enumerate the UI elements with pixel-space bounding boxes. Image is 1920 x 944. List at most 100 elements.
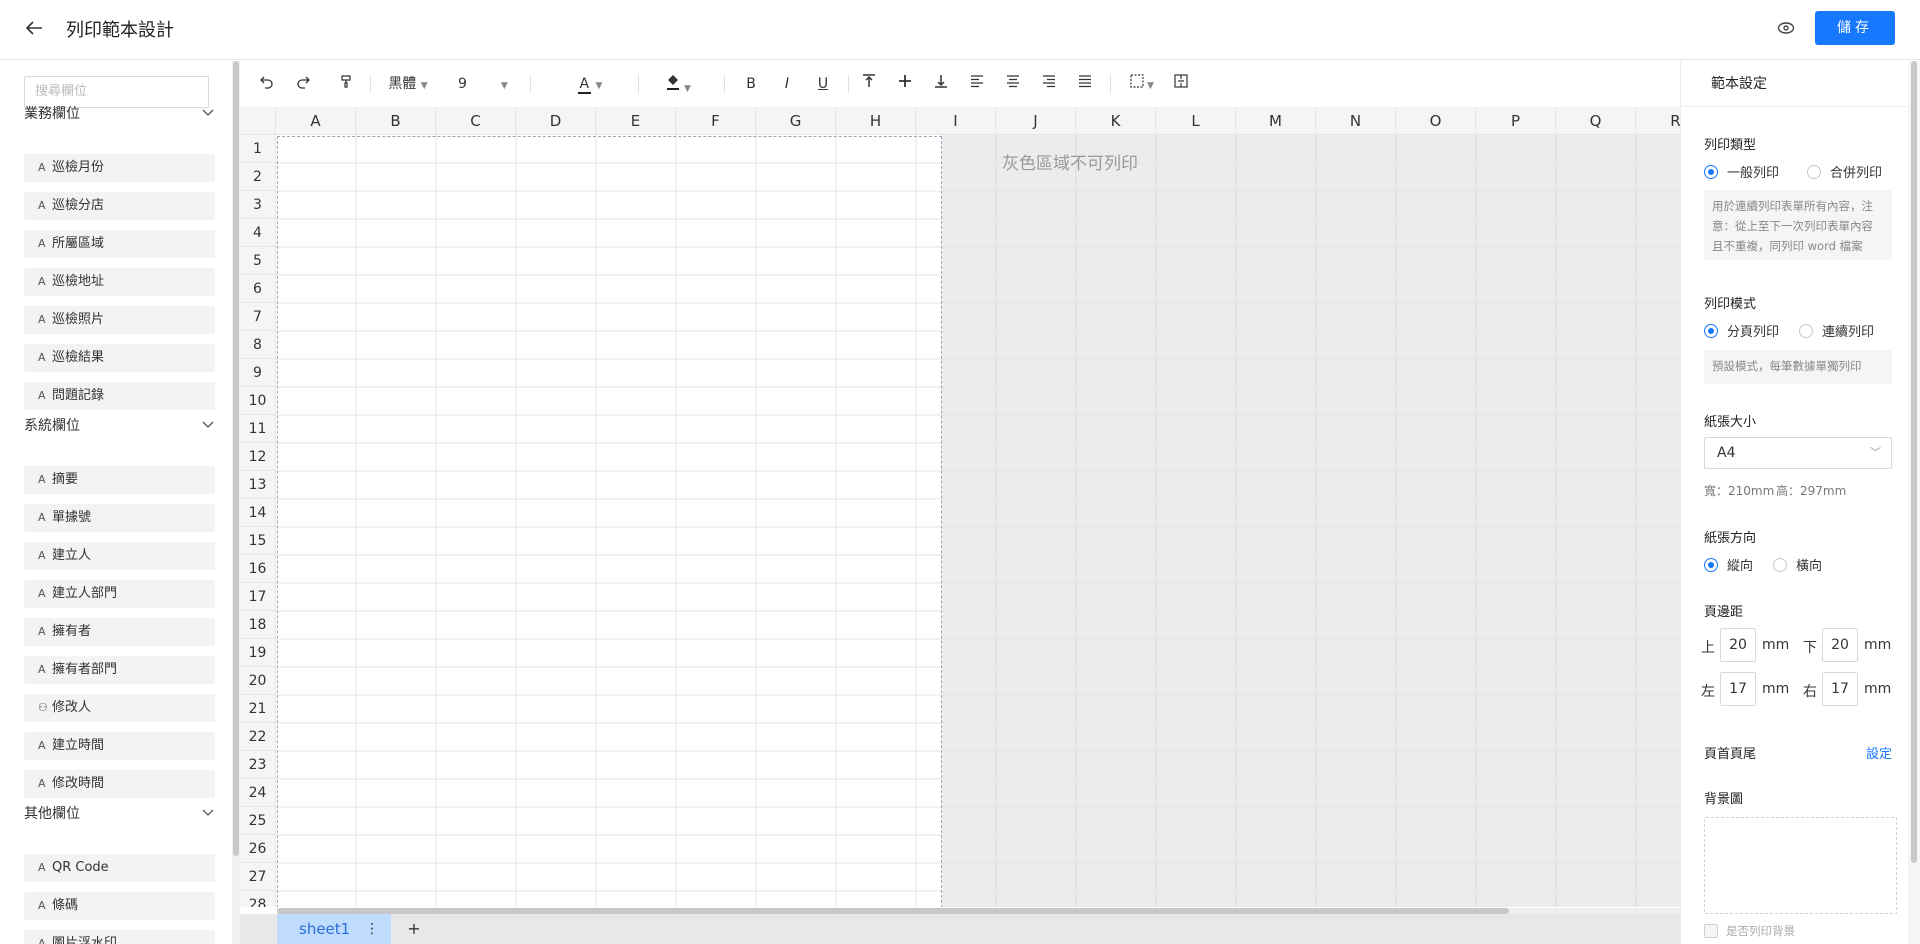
- align-bottom-icon[interactable]: [930, 73, 952, 95]
- column-header-m[interactable]: M: [1236, 107, 1316, 135]
- underline-button[interactable]: U: [812, 73, 834, 95]
- fill-color-icon[interactable]: ▼: [658, 73, 698, 95]
- column-header-d[interactable]: D: [516, 107, 596, 135]
- font-family-select[interactable]: 黑體 ▼: [378, 73, 438, 95]
- field-item[interactable]: A 圖片浮水印: [24, 930, 215, 944]
- field-item[interactable]: ⚇ 修改人: [24, 694, 215, 722]
- margin-left-input[interactable]: 17: [1720, 672, 1756, 706]
- row-header-16[interactable]: 16: [240, 555, 276, 583]
- header-footer-settings-link[interactable]: 設定: [1866, 743, 1892, 762]
- radio-paged-print[interactable]: [1704, 324, 1718, 338]
- row-header-25[interactable]: 25: [240, 807, 276, 835]
- undo-icon[interactable]: [256, 73, 278, 95]
- radio-merge-print[interactable]: [1807, 165, 1821, 179]
- bold-button[interactable]: B: [740, 73, 762, 95]
- merge-cells-icon[interactable]: [1170, 73, 1192, 95]
- field-item[interactable]: A 巡檢結果: [24, 344, 215, 372]
- row-header-4[interactable]: 4: [240, 219, 276, 247]
- row-header-14[interactable]: 14: [240, 499, 276, 527]
- column-header-j[interactable]: J: [996, 107, 1076, 135]
- align-top-icon[interactable]: [858, 73, 880, 95]
- column-header-a[interactable]: A: [276, 107, 356, 135]
- column-header-c[interactable]: C: [436, 107, 516, 135]
- row-header-9[interactable]: 9: [240, 359, 276, 387]
- row-header-26[interactable]: 26: [240, 835, 276, 863]
- field-item[interactable]: A 建立人: [24, 542, 215, 570]
- column-header-o[interactable]: O: [1396, 107, 1476, 135]
- field-item[interactable]: A 單據號: [24, 504, 215, 532]
- field-item[interactable]: A 建立時間: [24, 732, 215, 760]
- field-item[interactable]: A 所屬區域: [24, 230, 215, 258]
- back-arrow-icon[interactable]: [22, 16, 46, 40]
- field-item[interactable]: A 建立人部門: [24, 580, 215, 608]
- field-item[interactable]: A 巡檢照片: [24, 306, 215, 334]
- paper-size-select[interactable]: A4 ﹀: [1704, 437, 1892, 469]
- row-header-17[interactable]: 17: [240, 583, 276, 611]
- row-header-18[interactable]: 18: [240, 611, 276, 639]
- field-item[interactable]: A 巡檢月份: [24, 154, 215, 182]
- preview-eye-icon[interactable]: [1775, 17, 1797, 39]
- row-header-5[interactable]: 5: [240, 247, 276, 275]
- field-item[interactable]: A 巡檢地址: [24, 268, 215, 296]
- row-header-8[interactable]: 8: [240, 331, 276, 359]
- column-header-n[interactable]: N: [1316, 107, 1396, 135]
- field-item[interactable]: A 巡檢分店: [24, 192, 215, 220]
- add-sheet-button[interactable]: +: [402, 914, 426, 944]
- scrollbar-thumb[interactable]: [233, 61, 239, 856]
- field-item[interactable]: A 問題記錄: [24, 382, 215, 410]
- row-header-12[interactable]: 12: [240, 443, 276, 471]
- field-item[interactable]: A 條碼: [24, 892, 215, 920]
- field-item[interactable]: A QR Code: [24, 854, 215, 882]
- row-header-1[interactable]: 1: [240, 135, 276, 163]
- sidebar-scrollbar[interactable]: [232, 61, 240, 944]
- align-justify-icon[interactable]: [1074, 73, 1096, 95]
- radio-portrait[interactable]: [1704, 558, 1718, 572]
- row-header-3[interactable]: 3: [240, 191, 276, 219]
- radio-landscape[interactable]: [1773, 558, 1787, 572]
- column-header-b[interactable]: B: [356, 107, 436, 135]
- column-header-p[interactable]: P: [1476, 107, 1556, 135]
- border-icon[interactable]: ▼: [1122, 73, 1162, 95]
- row-header-24[interactable]: 24: [240, 779, 276, 807]
- column-header-h[interactable]: H: [836, 107, 916, 135]
- spreadsheet-grid[interactable]: 灰色區域不可列印 A B C D E F G H I J K L M N O P Q R 1 2 3 4 5 6 7 8 9 10 11…: [240, 107, 1680, 907]
- align-right-icon[interactable]: [1038, 73, 1060, 95]
- column-header-q[interactable]: Q: [1556, 107, 1636, 135]
- row-header-2[interactable]: 2: [240, 163, 276, 191]
- field-item[interactable]: A 摘要: [24, 466, 215, 494]
- row-header-28[interactable]: 28: [240, 891, 276, 907]
- text-color-button[interactable]: A ▼: [570, 73, 610, 95]
- settings-scrollbar[interactable]: [1908, 61, 1920, 944]
- align-middle-icon[interactable]: [894, 73, 916, 95]
- column-header-i[interactable]: I: [916, 107, 996, 135]
- scrollbar-thumb[interactable]: [1911, 61, 1917, 863]
- radio-continuous-print[interactable]: [1799, 324, 1813, 338]
- row-header-19[interactable]: 19: [240, 639, 276, 667]
- align-left-icon[interactable]: [966, 73, 988, 95]
- field-item[interactable]: A 修改時間: [24, 770, 215, 798]
- column-header-e[interactable]: E: [596, 107, 676, 135]
- italic-button[interactable]: I: [776, 73, 798, 95]
- chevron-down-icon[interactable]: [200, 804, 216, 820]
- margin-top-input[interactable]: 20: [1720, 628, 1756, 662]
- column-header-k[interactable]: K: [1076, 107, 1156, 135]
- row-header-27[interactable]: 27: [240, 863, 276, 891]
- background-image-upload[interactable]: [1704, 817, 1897, 914]
- row-header-7[interactable]: 7: [240, 303, 276, 331]
- row-header-15[interactable]: 15: [240, 527, 276, 555]
- row-header-10[interactable]: 10: [240, 387, 276, 415]
- column-header-r[interactable]: R: [1636, 107, 1680, 135]
- more-vertical-icon[interactable]: ⋮: [365, 914, 379, 944]
- sheet-tab[interactable]: sheet1 ⋮: [277, 914, 391, 944]
- row-header-6[interactable]: 6: [240, 275, 276, 303]
- column-header-f[interactable]: F: [676, 107, 756, 135]
- field-item[interactable]: A 擁有者: [24, 618, 215, 646]
- font-size-select[interactable]: 9 ▼: [452, 73, 512, 95]
- align-center-icon[interactable]: [1002, 73, 1024, 95]
- margin-right-input[interactable]: 17: [1822, 672, 1858, 706]
- row-header-22[interactable]: 22: [240, 723, 276, 751]
- row-header-20[interactable]: 20: [240, 667, 276, 695]
- row-header-21[interactable]: 21: [240, 695, 276, 723]
- column-header-g[interactable]: G: [756, 107, 836, 135]
- redo-icon[interactable]: [292, 73, 314, 95]
